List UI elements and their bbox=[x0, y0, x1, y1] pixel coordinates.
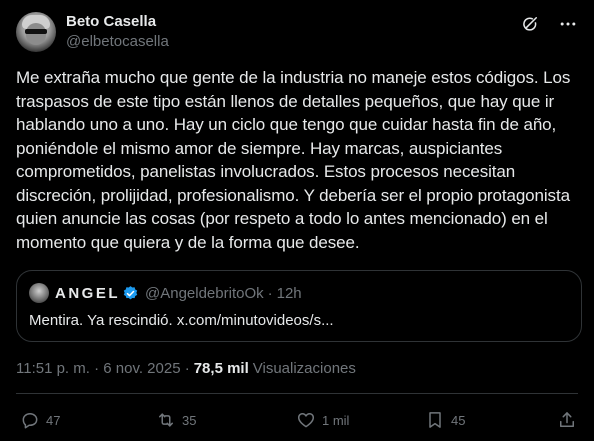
like-icon bbox=[297, 413, 315, 428]
like-count: 1 mil bbox=[322, 412, 350, 428]
quoted-display-name: ANGEL bbox=[55, 284, 120, 302]
avatar-glasses bbox=[25, 29, 47, 34]
tweet-body-text: Me extraña mucho que gente de la industr… bbox=[16, 68, 571, 252]
bookmark-button[interactable]: 45 bbox=[425, 408, 465, 432]
quoted-avatar[interactable] bbox=[29, 283, 49, 303]
repost-icon bbox=[159, 413, 173, 427]
tweet-timestamp[interactable]: 11:51 p. m. · 6 nov. 2025 · bbox=[16, 359, 190, 379]
tweet-header: Beto Casella @elbetocasella bbox=[16, 10, 578, 54]
views-label: Visualizaciones bbox=[252, 360, 356, 377]
verified-icon bbox=[122, 285, 139, 302]
tweet: Beto Casella @elbetocasella Me extraña m… bbox=[0, 0, 594, 441]
avatar[interactable] bbox=[16, 12, 56, 52]
views-count: 78,5 mil bbox=[193, 360, 249, 377]
action-bar: 47 35 1 mil 45 bbox=[16, 408, 578, 432]
more-icon[interactable] bbox=[558, 14, 578, 34]
bookmark-count: 45 bbox=[451, 412, 466, 428]
tweet-meta: 11:51 p. m. · 6 nov. 2025 · 78,5 mil Vis… bbox=[16, 359, 356, 379]
like-button[interactable]: 1 mil bbox=[296, 408, 349, 432]
share-button[interactable] bbox=[557, 408, 583, 432]
bookmark-icon bbox=[429, 412, 441, 428]
quoted-handle: @AngeldebritoOk bbox=[145, 284, 264, 302]
repost-button[interactable]: 35 bbox=[156, 408, 196, 432]
repost-count: 35 bbox=[182, 412, 197, 428]
grok-icon[interactable] bbox=[520, 14, 540, 34]
reply-count: 47 bbox=[46, 412, 61, 428]
quoted-tweet-header: ANGEL @AngeldebritoOk · 12h bbox=[29, 283, 569, 303]
divider bbox=[16, 393, 578, 394]
avatar-face bbox=[26, 23, 46, 45]
quoted-tweet[interactable]: ANGEL @AngeldebritoOk · 12h Mentira. Ya … bbox=[16, 270, 582, 342]
reply-button[interactable]: 47 bbox=[20, 408, 60, 432]
share-icon bbox=[560, 412, 574, 427]
quoted-separator: · bbox=[267, 284, 273, 302]
header-icons bbox=[520, 14, 578, 34]
quoted-time: 12h bbox=[276, 284, 302, 302]
reply-icon bbox=[22, 413, 38, 429]
quoted-tweet-text: Mentira. Ya rescindió. x.com/minutovideo… bbox=[29, 312, 334, 329]
author-names: Beto Casella @elbetocasella bbox=[66, 12, 169, 52]
author-display-name[interactable]: Beto Casella bbox=[66, 12, 169, 32]
author-handle[interactable]: @elbetocasella bbox=[66, 32, 169, 52]
